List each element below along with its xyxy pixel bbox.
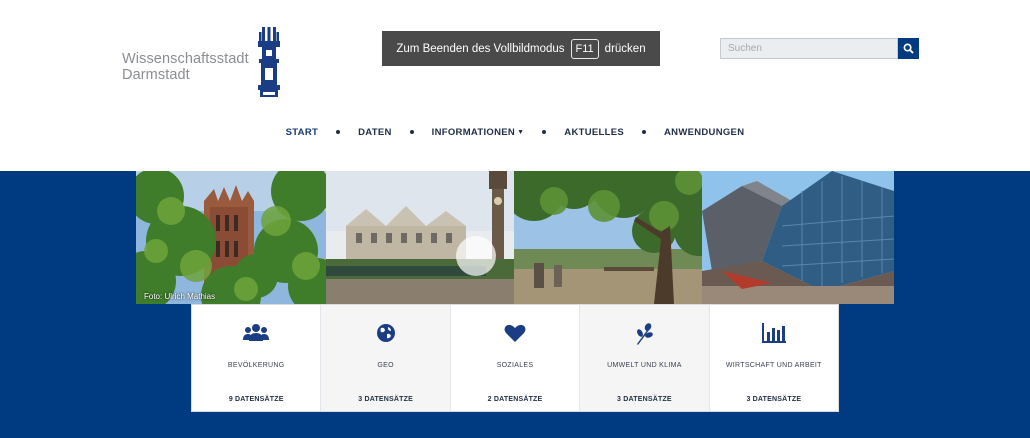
site-header: Wissenschaftsstadt Darmstadt Zum Beenden… [0, 0, 1030, 171]
nav-separator [642, 130, 646, 134]
fullscreen-banner-suffix: drücken [604, 42, 646, 55]
nav-informationen[interactable]: INFORMATIONEN ▼ [423, 127, 534, 138]
nav-aktuelles[interactable]: AKTUELLES [555, 127, 633, 138]
search-button[interactable] [898, 38, 919, 59]
category-title: SOZIALES [496, 362, 534, 369]
photo-wedding-tower: Foto: Ulrich Mathias [136, 171, 326, 304]
nav-informationen-label: INFORMATIONEN [431, 126, 516, 138]
search-bar [720, 38, 919, 59]
caret-down-icon: ▼ [517, 128, 525, 136]
category-card-umwelt[interactable]: UMWELT UND KLIMA 3 DATENSÄTZE [580, 305, 710, 411]
search-input[interactable] [720, 38, 898, 59]
fullscreen-exit-banner: Zum Beenden des Vollbildmodus F11 drücke… [382, 31, 660, 66]
category-count: 3 DATENSÄTZE [358, 396, 413, 403]
nav-separator [542, 130, 547, 134]
category-card-wirtschaft[interactable]: WIRTSCHAFT UND ARBEIT 3 DATENSÄTZE [709, 305, 839, 411]
category-title: WIRTSCHAFT UND ARBEIT [725, 362, 822, 369]
category-count: 2 DATENSÄTZE [487, 396, 543, 403]
globe-icon [321, 323, 449, 343]
photo-market-square [326, 171, 514, 304]
leaf-icon [580, 323, 708, 345]
nav-separator [409, 130, 414, 134]
category-count: 9 DATENSÄTZE [228, 396, 284, 403]
category-count: 3 DATENSÄTZE [617, 396, 672, 403]
nav-separator [336, 130, 341, 134]
nav-start[interactable]: START [277, 127, 327, 138]
category-cards: BEVÖLKERUNG 9 DATENSÄTZE GEO 3 DATENSÄTZ… [191, 304, 839, 412]
fullscreen-banner-prefix: Zum Beenden des Vollbildmodus [396, 42, 565, 55]
main-navigation: START DATEN INFORMATIONEN ▼ AKTUELLES AN… [0, 124, 1030, 140]
photo-darmstadtium [702, 171, 894, 304]
f11-key-badge: F11 [570, 38, 599, 59]
logo-line-2: Darmstadt [122, 66, 190, 83]
category-card-soziales[interactable]: SOZIALES 2 DATENSÄTZE [450, 305, 581, 411]
logo-line-1: Wissenschaftsstadt [122, 51, 249, 67]
category-title: UMWELT UND KLIMA [607, 362, 682, 369]
photo-credit: Foto: Ulrich Mathias [144, 292, 216, 301]
photo-strip: Foto: Ulrich Mathias [136, 171, 894, 304]
bar-chart-icon [710, 323, 838, 343]
city-logo-text[interactable]: Wissenschaftsstadt Darmstadt [122, 51, 249, 83]
category-card-bevoelkerung[interactable]: BEVÖLKERUNG 9 DATENSÄTZE [192, 305, 322, 411]
search-icon [903, 43, 914, 54]
category-title: GEO [377, 362, 394, 369]
users-icon [192, 323, 320, 343]
heart-icon [451, 323, 579, 343]
photo-park-tree [514, 171, 702, 304]
category-count: 3 DATENSÄTZE [746, 396, 802, 403]
wedding-tower-logo-icon[interactable] [256, 27, 282, 97]
nav-anwendungen[interactable]: ANWENDUNGEN [655, 127, 753, 138]
category-card-geo[interactable]: GEO 3 DATENSÄTZE [321, 305, 451, 411]
category-title: BEVÖLKERUNG [227, 362, 285, 369]
nav-daten[interactable]: DATEN [349, 127, 401, 138]
